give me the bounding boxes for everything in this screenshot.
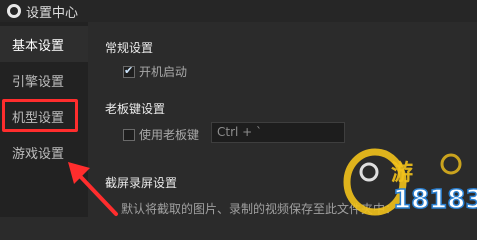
- sidebar-item-engine-settings[interactable]: 引擎设置: [0, 62, 88, 98]
- sidebar-item-basic-settings[interactable]: 基本设置: [0, 26, 88, 62]
- autostart-checkbox[interactable]: [123, 64, 135, 78]
- bosskey-section-title: 老板键设置: [105, 102, 166, 116]
- title-bar: 设置中心: [0, 0, 477, 22]
- use-bosskey-label: 使用老板键: [139, 128, 200, 142]
- autostart-option[interactable]: 开机启动: [123, 63, 187, 80]
- sidebar-item-label: 游戏设置: [12, 146, 65, 162]
- use-bosskey-option[interactable]: 使用老板键: [123, 126, 199, 143]
- autostart-label: 开机启动: [139, 65, 188, 79]
- sidebar-item-label: 基本设置: [12, 38, 65, 54]
- watermark-number-text: 18183: [393, 185, 477, 215]
- window-title: 设置中心: [26, 5, 79, 21]
- bosskey-hotkey-input[interactable]: Ctrl + `: [211, 122, 345, 143]
- use-bosskey-checkbox[interactable]: [123, 128, 135, 141]
- general-section-title: 常规设置: [105, 41, 154, 55]
- sidebar-item-label: 引擎设置: [12, 74, 65, 90]
- watermark-you-text: 游: [391, 160, 413, 186]
- annotation-highlight-box: [2, 99, 78, 132]
- site-watermark-logo: 游 18183: [343, 148, 477, 216]
- app-logo-icon: [7, 4, 21, 18]
- annotation-arrow-icon: [68, 162, 118, 216]
